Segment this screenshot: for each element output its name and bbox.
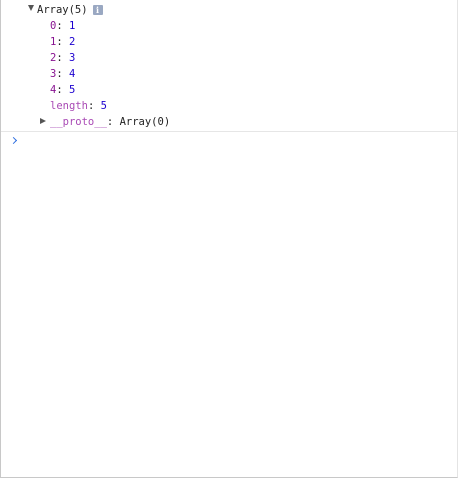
length-value: 5 (100, 100, 107, 112)
proto-key[interactable]: __proto__ (50, 116, 107, 128)
array-summary-row[interactable]: Array(5) i (28, 3, 103, 17)
proto-property-row[interactable]: __proto__: Array(0) (40, 115, 170, 129)
array-item: 0: 1 (50, 20, 76, 32)
console-panel: Array(5) i 0: 1 1: 2 2: 3 3: 4 4: 5 lengt… (0, 0, 458, 478)
length-property: length: 5 (50, 100, 107, 112)
expand-triangle-icon[interactable] (40, 118, 46, 124)
item-value: 3 (68, 52, 76, 64)
array-item: 1: 2 (50, 36, 76, 48)
console-message: Array(5) i 0: 1 1: 2 2: 3 3: 4 4: 5 lengt… (1, 0, 457, 132)
item-value: 4 (68, 68, 76, 80)
info-icon[interactable]: i (92, 5, 103, 15)
length-key: length (50, 100, 88, 112)
array-item: 3: 4 (50, 68, 76, 80)
proto-value: Array(0) (119, 116, 171, 128)
item-value: 2 (68, 36, 76, 48)
console-prompt[interactable] (9, 135, 451, 149)
array-summary[interactable]: Array(5) (37, 4, 88, 16)
collapse-triangle-icon[interactable] (28, 5, 34, 11)
array-item: 2: 3 (50, 52, 76, 64)
item-value: 1 (68, 20, 76, 32)
prompt-chevron-icon (9, 136, 18, 145)
item-value: 5 (68, 84, 76, 96)
array-item: 4: 5 (50, 84, 76, 96)
